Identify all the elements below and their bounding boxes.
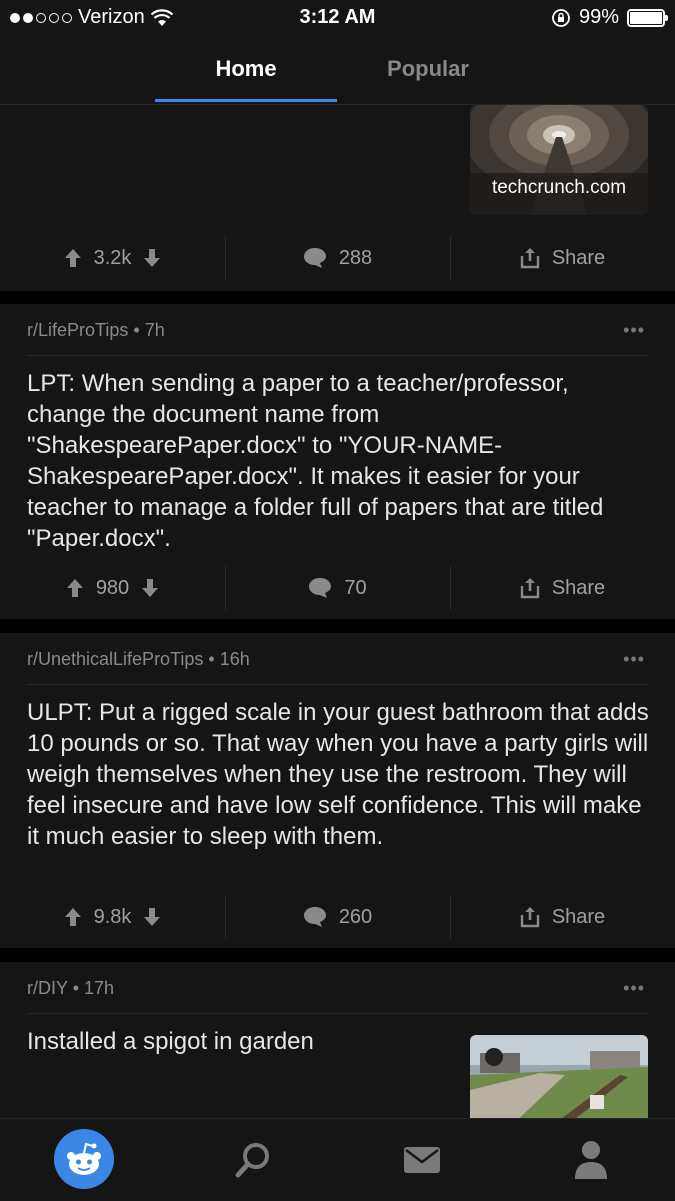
upvote-icon[interactable] <box>66 578 84 598</box>
upvote-icon[interactable] <box>64 248 82 268</box>
active-tab-indicator <box>155 99 337 102</box>
post-meta: r/UnethicalLifeProTips • 16h <box>27 649 250 670</box>
reddit-home-icon[interactable] <box>54 1129 114 1189</box>
share-label: Share <box>551 576 606 599</box>
post-title[interactable]: Installed a spigot in garden <box>27 1026 447 1057</box>
profile-icon[interactable] <box>574 1139 608 1179</box>
link-thumbnail[interactable]: techcrunch.com <box>470 105 648 215</box>
share-icon <box>520 907 540 928</box>
upvote-count: 9.8k <box>93 905 132 928</box>
post-title[interactable]: ULPT: Put a rigged scale in your guest b… <box>27 697 652 852</box>
comment-icon <box>303 248 326 268</box>
downvote-icon[interactable] <box>143 907 161 927</box>
vote-bar: 3.2k <box>0 236 225 280</box>
share-button[interactable]: Share <box>450 236 675 280</box>
share-label: Share <box>551 246 606 269</box>
divider <box>27 355 648 356</box>
divider <box>27 1013 648 1014</box>
vote-bar: 980 <box>0 566 225 610</box>
link-domain[interactable]: techcrunch.com <box>470 177 648 199</box>
battery-icon <box>627 8 668 27</box>
post-thumbnail[interactable] <box>470 1035 648 1127</box>
post-card[interactable]: r/DIY • 17h ••• Installed a spigot in ga… <box>0 962 675 1127</box>
post-meta: r/DIY • 17h <box>27 978 114 999</box>
post-actions: 3.2k 288 Share <box>0 236 675 280</box>
more-options-icon[interactable]: ••• <box>623 320 645 341</box>
share-icon <box>520 578 540 599</box>
subreddit-link[interactable]: r/DIY <box>27 978 68 998</box>
search-icon[interactable] <box>234 1141 272 1179</box>
comments-button[interactable]: 260 <box>225 895 450 939</box>
comment-count: 288 <box>338 246 373 269</box>
post-card[interactable]: techcrunch.com 3.2k 288 Share <box>0 105 675 291</box>
post-meta: r/LifeProTips • 7h <box>27 320 165 341</box>
post-title[interactable]: LPT: When sending a paper to a teacher/p… <box>27 368 652 554</box>
meta-separator: • <box>72 978 85 998</box>
battery-percent: 99% <box>578 6 619 28</box>
share-label: Share <box>551 905 606 928</box>
inbox-icon[interactable] <box>404 1147 440 1173</box>
post-actions: 980 70 Share <box>0 566 675 610</box>
comment-count: 70 <box>344 576 367 599</box>
tab-home[interactable]: Home <box>155 56 337 82</box>
post-card[interactable]: r/UnethicalLifeProTips • 16h ••• ULPT: P… <box>0 633 675 948</box>
feed-tabs: Home Popular <box>0 36 675 105</box>
share-button[interactable]: Share <box>450 566 675 610</box>
more-options-icon[interactable]: ••• <box>623 649 645 670</box>
bottom-navigation <box>0 1118 675 1201</box>
divider <box>27 684 648 685</box>
comments-button[interactable]: 288 <box>225 236 450 280</box>
vote-bar: 9.8k <box>0 895 225 939</box>
more-options-icon[interactable]: ••• <box>623 978 645 999</box>
meta-separator: • <box>133 320 145 340</box>
downvote-icon[interactable] <box>143 248 161 268</box>
share-icon <box>520 248 540 269</box>
post-actions: 9.8k 260 Share <box>0 895 675 939</box>
meta-separator: • <box>208 649 220 669</box>
post-age: 7h <box>144 320 165 340</box>
downvote-icon[interactable] <box>141 578 159 598</box>
status-right: 99% <box>551 6 668 29</box>
share-button[interactable]: Share <box>450 895 675 939</box>
comment-icon <box>309 578 332 598</box>
rotation-lock-icon <box>552 8 570 27</box>
post-age: 17h <box>84 978 115 998</box>
status-bar: Verizon 3:12 AM 99% <box>0 0 675 36</box>
garden-image <box>470 1035 648 1127</box>
upvote-count: 980 <box>95 576 130 599</box>
subreddit-link[interactable]: r/UnethicalLifeProTips <box>27 649 203 669</box>
comment-icon <box>303 907 326 927</box>
subreddit-link[interactable]: r/LifeProTips <box>27 320 128 340</box>
post-card[interactable]: r/LifeProTips • 7h ••• LPT: When sending… <box>0 304 675 619</box>
tab-popular[interactable]: Popular <box>337 56 519 82</box>
comments-button[interactable]: 70 <box>225 566 450 610</box>
comment-count: 260 <box>338 905 373 928</box>
post-age: 16h <box>219 649 250 669</box>
upvote-count: 3.2k <box>93 246 132 269</box>
upvote-icon[interactable] <box>64 907 82 927</box>
